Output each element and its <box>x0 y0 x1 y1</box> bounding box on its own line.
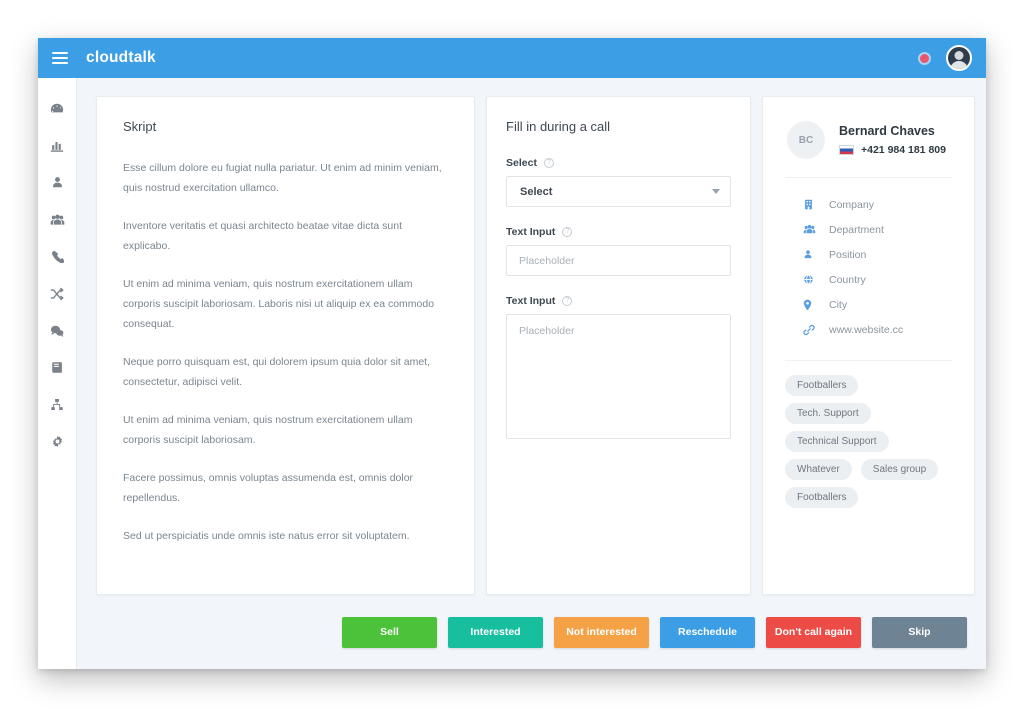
sidebar-item-settings[interactable] <box>38 423 76 460</box>
hamburger-icon[interactable] <box>52 52 68 64</box>
script-paragraph: Ut enim ad minima veniam, quis nostrum e… <box>123 278 435 330</box>
script-panel: Skript Esse cillum dolore eu fugiat null… <box>96 96 475 596</box>
body-row: Skript Esse cillum dolore eu fugiat null… <box>38 78 986 669</box>
contact-detail-company[interactable]: Company <box>781 192 956 217</box>
select-field-label: Select ? <box>506 157 731 169</box>
form-panel-title: Fill in during a call <box>506 119 611 134</box>
avatar[interactable] <box>946 45 972 71</box>
tag-chip[interactable]: Footballers <box>785 375 859 396</box>
contact-detail-label: Position <box>829 248 867 261</box>
dont-call-again-button[interactable]: Don't call again <box>766 616 861 648</box>
info-icon[interactable]: ? <box>543 158 554 168</box>
text-input[interactable] <box>506 245 731 276</box>
contact-header: BC Bernard Chaves +421 984 181 809 <box>781 117 956 159</box>
text-label-text: Text Input <box>506 226 556 238</box>
textarea-field-label: Text Input ? <box>506 295 731 307</box>
contact-detail-label: Country <box>829 273 866 286</box>
contact-detail-label: www.website.cc <box>829 323 904 336</box>
divider <box>785 360 952 361</box>
tag-list: Footballers Tech. Support Technical Supp… <box>781 375 956 508</box>
action-bar: Sell Interested Not interested Reschedul… <box>96 595 975 669</box>
sidebar-item-routing[interactable] <box>38 275 76 312</box>
contact-name: Bernard Chaves <box>839 124 935 138</box>
recording-dot-icon[interactable] <box>920 53 929 63</box>
chevron-down-icon <box>712 189 720 194</box>
textarea-input[interactable] <box>506 314 731 439</box>
script-paragraph: Neque porro quisquam est, qui dolorem ip… <box>123 356 430 388</box>
building-icon <box>803 199 829 210</box>
not-interested-button[interactable]: Not interested <box>554 616 649 648</box>
avatar-head <box>954 51 964 60</box>
info-icon[interactable]: ? <box>562 227 573 237</box>
contact-detail-label: City <box>829 298 848 311</box>
skip-button[interactable]: Skip <box>872 616 967 648</box>
sidebar-item-journal[interactable] <box>38 349 76 386</box>
info-icon[interactable]: ? <box>562 296 573 306</box>
script-paragraph: Facere possimus, omnis voluptas assumend… <box>123 472 414 504</box>
top-bar: cloudtalk <box>38 38 986 78</box>
panel-row: Skript Esse cillum dolore eu fugiat null… <box>96 96 975 596</box>
contact-detail-label: Company <box>829 198 874 211</box>
tag-chip[interactable]: Footballers <box>785 487 859 508</box>
sidebar-item-team[interactable] <box>38 201 76 238</box>
slovakia-flag-icon <box>839 145 854 155</box>
reschedule-button[interactable]: Reschedule <box>660 616 755 648</box>
contact-identity: Bernard Chaves +421 984 181 809 <box>839 124 946 156</box>
sidebar-item-flows[interactable] <box>38 386 76 423</box>
contact-detail-label: Department <box>829 223 884 236</box>
sidebar-item-statistics[interactable] <box>38 127 76 164</box>
contact-detail-city[interactable]: City <box>781 292 956 317</box>
select-value: Select <box>520 185 553 198</box>
contact-detail-department[interactable]: Department <box>781 217 956 242</box>
textarea-label-text: Text Input <box>506 295 556 307</box>
tag-chip[interactable]: Tech. Support <box>785 403 871 424</box>
globe-icon <box>803 274 829 285</box>
users-icon <box>803 224 829 235</box>
call-form-panel: Fill in during a call Select ? Select Te… <box>486 96 751 596</box>
app-window: cloudtalk Skript Esse cillum dolore eu f… <box>38 38 986 669</box>
tag-chip[interactable]: Technical Support <box>785 431 889 452</box>
tag-chip[interactable]: Sales group <box>860 459 939 480</box>
contact-detail-country[interactable]: Country <box>781 267 956 292</box>
select-input[interactable]: Select <box>506 176 731 207</box>
contact-phone[interactable]: +421 984 181 809 <box>861 144 946 156</box>
sidebar-item-calls[interactable] <box>38 238 76 275</box>
main-content: Skript Esse cillum dolore eu fugiat null… <box>77 78 986 669</box>
divider <box>785 177 952 178</box>
script-paragraph: Esse cillum dolore eu fugiat nulla paria… <box>123 162 442 194</box>
contact-detail-website[interactable]: www.website.cc <box>781 317 956 342</box>
script-paragraph: Sed ut perspiciatis unde omnis iste natu… <box>123 530 410 542</box>
select-label-text: Select <box>506 157 537 169</box>
contact-initials-avatar: BC <box>787 121 825 159</box>
text-field-label: Text Input ? <box>506 226 731 238</box>
sidebar-item-dashboard[interactable] <box>38 90 76 127</box>
interested-button[interactable]: Interested <box>448 616 543 648</box>
contact-detail-position[interactable]: Position <box>781 242 956 267</box>
sidebar-item-messages[interactable] <box>38 312 76 349</box>
sidebar <box>38 78 77 669</box>
script-paragraph: Ut enim ad minima veniam, quis nostrum e… <box>123 414 413 446</box>
pin-icon <box>803 299 829 311</box>
contact-panel: BC Bernard Chaves +421 984 181 809 Compa… <box>762 96 975 596</box>
sell-button[interactable]: Sell <box>342 616 437 648</box>
avatar-body <box>950 61 968 69</box>
script-paragraph: Inventore veritatis et quasi architecto … <box>123 220 402 252</box>
brand-logo: cloudtalk <box>86 49 156 66</box>
sidebar-item-contacts[interactable] <box>38 164 76 201</box>
link-icon <box>803 324 829 336</box>
tag-chip[interactable]: Whatever <box>785 459 852 480</box>
script-panel-title: Skript <box>123 119 157 134</box>
user-icon <box>803 249 829 260</box>
contact-phone-row: +421 984 181 809 <box>839 144 946 156</box>
